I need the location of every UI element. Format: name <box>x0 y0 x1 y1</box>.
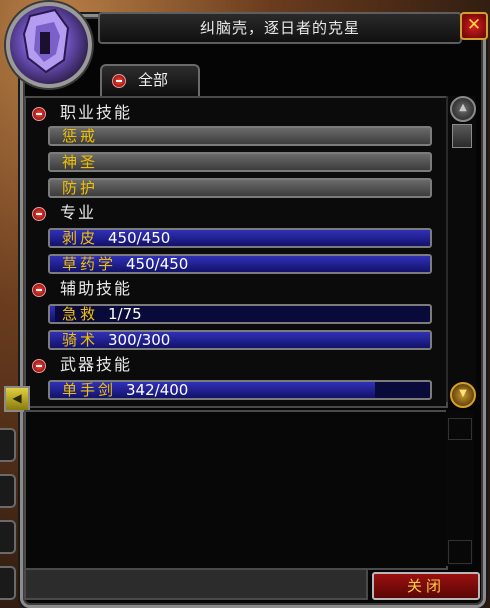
skill-name: 防护 <box>62 179 99 197</box>
skill-bar[interactable]: 剥皮 450/450 <box>48 228 432 248</box>
group-header-class-skills[interactable]: 职业技能 <box>32 102 132 124</box>
scroll-down-arrow-icon[interactable]: ▼ <box>450 382 476 408</box>
skill-bar[interactable]: 骑术 300/300 <box>48 330 432 350</box>
skill-bar[interactable]: 草药学 450/450 <box>48 254 432 274</box>
close-button[interactable]: 关闭 <box>372 572 480 600</box>
minus-icon[interactable] <box>32 106 46 121</box>
skill-rank: 1/75 <box>108 305 142 323</box>
group-header-label: 专业 <box>60 203 97 222</box>
skill-bar[interactable]: 神圣 <box>48 152 432 172</box>
detail-scroll-up[interactable] <box>448 418 472 440</box>
skill-name: 骑术 <box>62 331 99 349</box>
skill-name: 惩戒 <box>62 127 99 145</box>
group-header-professions[interactable]: 专业 <box>32 202 96 224</box>
tab-label: 全部 <box>138 71 169 89</box>
skill-rank: 450/450 <box>126 255 189 273</box>
minus-icon <box>112 73 126 88</box>
skill-bar[interactable]: 急救 1/75 <box>48 304 432 324</box>
scroll-up-arrow-icon[interactable]: ▲ <box>450 96 476 122</box>
skill-bar[interactable]: 惩戒 <box>48 126 432 146</box>
group-header-weapon-skills[interactable]: 武器技能 <box>32 354 132 376</box>
window-title: 纠脑壳，逐日者的克星 <box>98 12 462 44</box>
skill-rank: 342/400 <box>126 381 189 399</box>
skill-detail-panel <box>24 410 448 570</box>
minus-icon[interactable] <box>32 206 46 221</box>
group-header-label: 辅助技能 <box>60 279 133 298</box>
skill-bar[interactable]: 单手剑 342/400 <box>48 380 432 400</box>
skill-rank: 300/300 <box>108 331 171 349</box>
scroll-thumb[interactable] <box>452 124 472 148</box>
skill-name: 剥皮 <box>62 229 99 247</box>
skill-rank: 450/450 <box>108 229 171 247</box>
skill-name: 单手剑 <box>62 381 117 399</box>
skill-name: 急救 <box>62 305 99 323</box>
skill-name: 神圣 <box>62 153 99 171</box>
side-tab[interactable] <box>0 474 16 508</box>
bottom-status-bar <box>24 568 368 600</box>
minus-icon[interactable] <box>32 358 46 373</box>
side-tab[interactable] <box>0 428 16 462</box>
purple-helmet-portrait-icon <box>6 2 92 88</box>
skill-bar[interactable]: 防护 <box>48 178 432 198</box>
group-header-label: 职业技能 <box>60 103 133 122</box>
skill-name: 草药学 <box>62 255 117 273</box>
side-tab[interactable] <box>0 520 16 554</box>
side-tab[interactable] <box>0 566 16 600</box>
minus-icon[interactable] <box>32 282 46 297</box>
group-header-secondary-skills[interactable]: 辅助技能 <box>32 278 132 300</box>
group-header-label: 武器技能 <box>60 355 133 374</box>
tab-all[interactable]: 全部 <box>100 64 200 96</box>
speaker-icon[interactable]: ◀ <box>4 386 30 412</box>
detail-scroll-down[interactable] <box>448 540 472 564</box>
close-icon[interactable]: ✕ <box>460 12 488 40</box>
